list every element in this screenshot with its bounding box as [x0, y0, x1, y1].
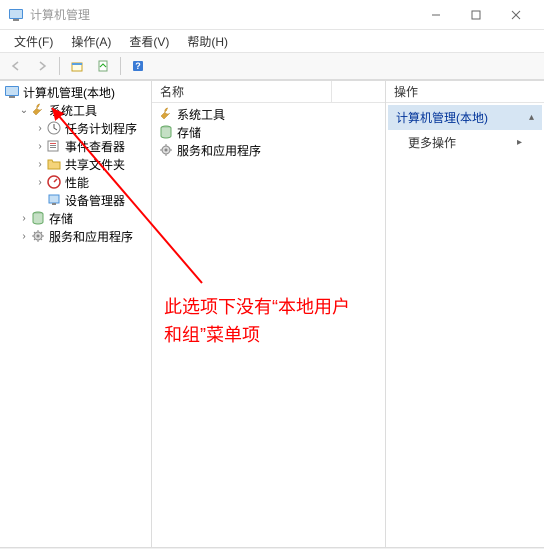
forward-button [30, 55, 54, 77]
list-item-system-tools[interactable]: 系统工具 [156, 105, 381, 123]
storage-icon [158, 124, 174, 140]
action-label: 更多操作 [408, 134, 456, 151]
annotation-text: 此选项下没有“本地用户和组”菜单项 [164, 293, 364, 349]
expand-icon[interactable]: › [34, 177, 46, 188]
chevron-right-icon: ▸ [517, 137, 522, 148]
menu-help[interactable]: 帮助(H) [179, 31, 236, 52]
tree-label: 服务和应用程序 [49, 228, 133, 245]
list-label: 系统工具 [177, 106, 225, 123]
list-label: 服务和应用程序 [177, 142, 261, 159]
titlebar: 计算机管理 [0, 0, 544, 30]
tree-event-viewer[interactable]: › 事件查看器 [2, 137, 149, 155]
gear-icon [158, 142, 174, 158]
tree-system-tools[interactable]: ⌄ 系统工具 [2, 101, 149, 119]
tree-services-apps[interactable]: › 服务和应用程序 [2, 227, 149, 245]
gear-icon [30, 228, 46, 244]
expand-icon[interactable]: › [34, 159, 46, 170]
chevron-up-icon: ▴ [529, 112, 534, 123]
column-name[interactable]: 名称 [152, 81, 332, 102]
tree-label: 性能 [65, 174, 89, 191]
tree-task-scheduler[interactable]: › 任务计划程序 [2, 119, 149, 137]
tree-label: 事件查看器 [65, 138, 125, 155]
menu-file[interactable]: 文件(F) [6, 31, 61, 52]
list-header: 名称 [152, 81, 385, 103]
help-button[interactable]: ? [126, 55, 150, 77]
tree-label: 系统工具 [49, 102, 97, 119]
clock-icon [46, 120, 62, 136]
close-button[interactable] [496, 1, 536, 29]
wrench-icon [158, 106, 174, 122]
toolbar-separator [59, 57, 60, 75]
storage-icon [30, 210, 46, 226]
app-icon [8, 7, 24, 23]
toolbar-separator [120, 57, 121, 75]
maximize-button[interactable] [456, 1, 496, 29]
minimize-button[interactable] [416, 1, 456, 29]
wrench-icon [30, 102, 46, 118]
window-title: 计算机管理 [30, 6, 416, 23]
performance-icon [46, 174, 62, 190]
list-item-services[interactable]: 服务和应用程序 [156, 141, 381, 159]
menu-view[interactable]: 查看(V) [121, 31, 177, 52]
tree-device-manager[interactable]: 设备管理器 [2, 191, 149, 209]
action-more[interactable]: 更多操作 ▸ [388, 130, 542, 155]
tree-label: 共享文件夹 [65, 156, 125, 173]
tree-storage[interactable]: › 存储 [2, 209, 149, 227]
expand-icon[interactable]: › [18, 213, 30, 224]
tree-pane[interactable]: 计算机管理(本地) ⌄ 系统工具 › 任务计划程序 › 事件查看器 › 共享文件… [0, 81, 152, 547]
folder-icon [46, 156, 62, 172]
svg-text:?: ? [135, 61, 141, 71]
tree-label: 计算机管理(本地) [23, 84, 115, 101]
action-root[interactable]: 计算机管理(本地) ▴ [388, 105, 542, 130]
list-pane[interactable]: 名称 系统工具 存储 服务和应用程序 此选项下没有“本地用户和组”菜单项 [152, 81, 386, 547]
expand-icon[interactable]: › [18, 231, 30, 242]
event-icon [46, 138, 62, 154]
tree-label: 任务计划程序 [65, 120, 137, 137]
actions-header: 操作 [386, 81, 544, 103]
tree-root[interactable]: 计算机管理(本地) [2, 83, 149, 101]
tree-shared-folders[interactable]: › 共享文件夹 [2, 155, 149, 173]
tree-label: 设备管理器 [65, 192, 125, 209]
menu-action[interactable]: 操作(A) [63, 31, 119, 52]
list-item-storage[interactable]: 存储 [156, 123, 381, 141]
properties-button[interactable] [91, 55, 115, 77]
list-label: 存储 [177, 124, 201, 141]
device-icon [46, 192, 62, 208]
computer-mgmt-icon [4, 84, 20, 100]
tree-label: 存储 [49, 210, 73, 227]
action-label: 计算机管理(本地) [396, 109, 488, 126]
expand-icon[interactable]: › [34, 141, 46, 152]
menubar: 文件(F) 操作(A) 查看(V) 帮助(H) [0, 30, 544, 52]
toolbar: ? [0, 52, 544, 80]
tree-performance[interactable]: › 性能 [2, 173, 149, 191]
expand-icon[interactable]: › [34, 123, 46, 134]
back-button [4, 55, 28, 77]
collapse-icon[interactable]: ⌄ [18, 105, 30, 116]
up-button[interactable] [65, 55, 89, 77]
actions-pane: 操作 计算机管理(本地) ▴ 更多操作 ▸ [386, 81, 544, 547]
